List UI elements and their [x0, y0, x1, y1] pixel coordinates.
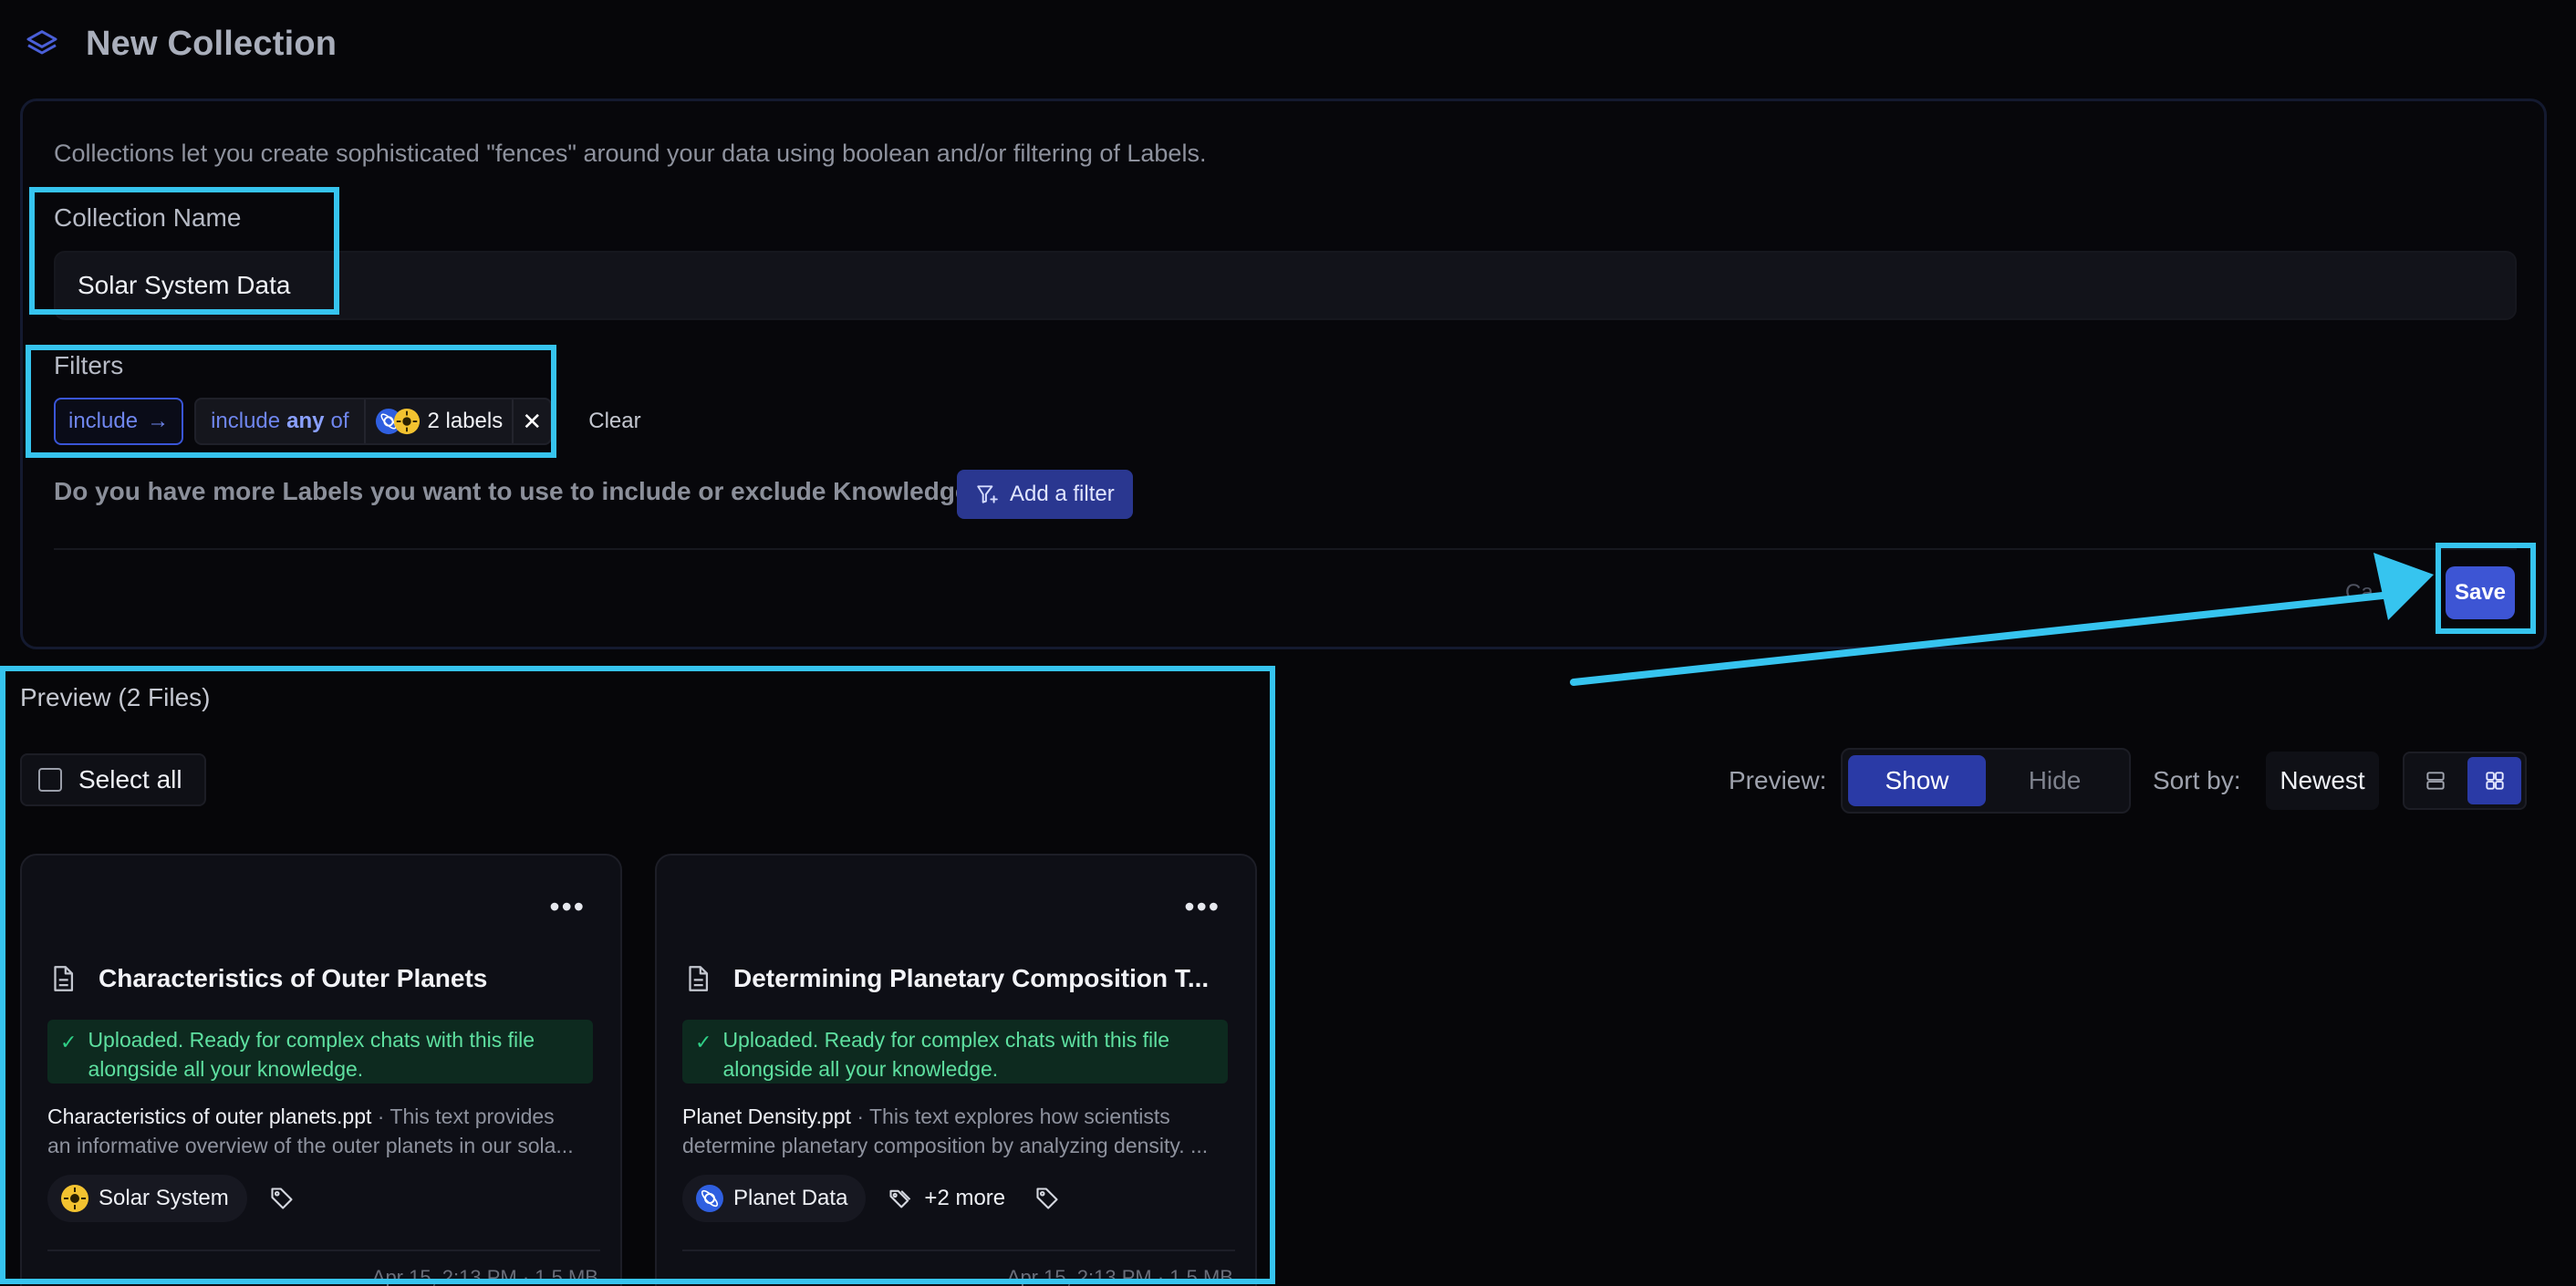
card-title: Characteristics of Outer Planets	[99, 964, 488, 992]
arrow-right-icon: →	[147, 409, 170, 433]
card-description-line1: · This text provides	[371, 1105, 555, 1128]
any-prefix: include	[211, 409, 281, 433]
card-more-icon[interactable]: •••	[1184, 890, 1220, 924]
any-bold: any	[286, 409, 325, 433]
document-icon	[54, 966, 74, 991]
filter-labels-selector[interactable]: 2 labels	[366, 399, 514, 443]
include-any-of-selector[interactable]: include any of	[196, 399, 366, 443]
select-all-checkbox[interactable]: Select all	[20, 753, 206, 806]
grid-view-icon	[2485, 772, 2504, 790]
filter-chip: include any of 2 labels ✕	[194, 398, 553, 445]
card-meta: Apr 15, 2:13 PM · 1.5 MB	[1006, 1266, 1233, 1286]
view-mode-switch	[2403, 752, 2527, 810]
card-filename: Planet Density.ppt	[682, 1105, 851, 1128]
tag-icon	[271, 1187, 293, 1209]
document-icon	[689, 966, 709, 991]
intro-text: Collections let you create sophisticated…	[54, 140, 1207, 167]
add-tag-button[interactable]	[1027, 1186, 1067, 1211]
tag-icon	[1036, 1187, 1058, 1209]
clear-filters-button[interactable]: Clear	[588, 409, 640, 434]
collection-name-input[interactable]: Solar System Data	[54, 251, 2517, 320]
card-description: Planet Density.ppt · This text explores …	[682, 1102, 1235, 1160]
solar-system-label-icon	[393, 408, 420, 435]
sort-label: Sort by:	[2153, 766, 2241, 794]
checkbox-box	[38, 768, 62, 792]
card-more-icon[interactable]: •••	[549, 890, 586, 924]
card-header: Determining Planetary Composition T...	[682, 963, 1209, 994]
sort-select[interactable]: Newest	[2266, 752, 2379, 810]
page-header: New Collection	[24, 20, 337, 67]
include-toggle-chip[interactable]: include →	[54, 398, 184, 445]
filters-label: Filters	[54, 351, 124, 379]
add-tag-button[interactable]	[262, 1186, 302, 1211]
solar-system-label-icon	[61, 1185, 88, 1212]
filters-row: include → include any of 2 labels ✕ Clea…	[54, 398, 641, 445]
upload-status-banner: ✓ Uploaded. Ready for complex chats with…	[47, 1020, 593, 1084]
file-card[interactable]: ••• Determining Planetary Composition T.…	[655, 854, 1257, 1286]
card-filename: Characteristics of outer planets.ppt	[47, 1105, 372, 1128]
card-description-line2: determine planetary composition by analy…	[682, 1134, 1209, 1157]
tags-icon	[889, 1189, 911, 1208]
check-icon: ✓	[60, 1031, 78, 1053]
file-card[interactable]: ••• Characteristics of Outer Planets ✓ U…	[20, 854, 622, 1286]
upload-status-banner: ✓ Uploaded. Ready for complex chats with…	[682, 1020, 1228, 1084]
list-view-button[interactable]	[2408, 757, 2462, 804]
card-description-line1: · This text explores how scientists	[850, 1105, 1170, 1128]
remove-filter-button[interactable]: ✕	[514, 399, 550, 443]
card-divider	[682, 1250, 1235, 1251]
add-filter-button[interactable]: Add a filter	[957, 470, 1133, 519]
preview-toggle: Show Hide	[1841, 748, 2131, 814]
card-tags: Planet Data +2 more	[682, 1175, 1067, 1222]
tag-solar-system[interactable]: Solar System	[47, 1175, 247, 1222]
list-view-icon	[2425, 772, 2445, 790]
filter-plus-icon	[977, 485, 998, 503]
layers-icon	[26, 30, 57, 55]
include-chip-label: include	[68, 409, 139, 433]
labels-count: 2 labels	[427, 409, 504, 433]
save-button[interactable]: Save	[2446, 566, 2515, 619]
upload-status-text: Uploaded. Ready for complex chats with t…	[88, 1028, 535, 1081]
tag-planet-data[interactable]: Planet Data	[682, 1175, 867, 1222]
more-labels-question: Do you have more Labels you want to use …	[54, 477, 985, 505]
preview-show-option[interactable]: Show	[1848, 755, 1986, 806]
add-filter-label: Add a filter	[1010, 482, 1115, 506]
card-header: Characteristics of Outer Planets	[47, 963, 487, 994]
card-description: Characteristics of outer planets.ppt · T…	[47, 1102, 600, 1160]
preview-hide-option[interactable]: Hide	[1986, 755, 2124, 806]
panel-divider	[54, 548, 2517, 550]
grid-view-button[interactable]	[2467, 757, 2521, 804]
select-all-label: Select all	[78, 765, 182, 793]
cancel-button[interactable]: Ca	[2345, 580, 2373, 606]
preview-toggle-label: Preview:	[1729, 766, 1827, 794]
collection-settings-panel: Collections let you create sophisticated…	[20, 99, 2547, 649]
any-suffix: of	[330, 409, 349, 433]
tag-label: Solar System	[99, 1186, 229, 1210]
collection-name-value: Solar System Data	[78, 271, 291, 299]
label-icons	[375, 408, 421, 435]
upload-status-text: Uploaded. Ready for complex chats with t…	[722, 1028, 1170, 1081]
collection-name-label: Collection Name	[54, 203, 242, 232]
preview-title: Preview (2 Files)	[20, 683, 211, 711]
planet-data-label-icon	[696, 1185, 723, 1212]
card-tags: Solar System	[47, 1175, 302, 1222]
card-meta: Apr 15, 2:13 PM · 1.5 MB	[371, 1266, 598, 1286]
check-icon: ✓	[695, 1031, 712, 1053]
page-title: New Collection	[86, 24, 338, 63]
more-tags-button[interactable]: +2 more	[880, 1186, 1013, 1211]
card-divider	[47, 1250, 600, 1251]
tag-label: Planet Data	[733, 1186, 848, 1210]
card-title: Determining Planetary Composition T...	[733, 964, 1210, 992]
more-tags-label: +2 more	[924, 1186, 1006, 1210]
card-description-line2: an informative overview of the outer pla…	[47, 1134, 574, 1157]
